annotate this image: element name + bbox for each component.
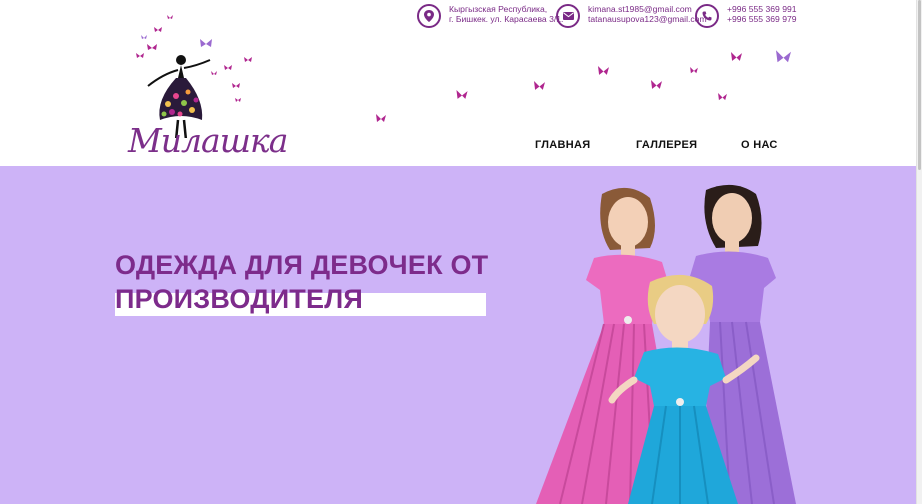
butterfly-icon (690, 67, 698, 74)
contact-address: Кыргызская Республика, г. Бишкек. ул. Ка… (417, 4, 563, 28)
butterfly-icon (456, 90, 468, 99)
site-header: Милашка Кыргызская Республика, г. Бишкек… (0, 0, 916, 166)
envelope-icon (556, 4, 580, 28)
page: Милашка Кыргызская Республика, г. Бишкек… (0, 0, 916, 504)
hero-title-line-1: ОДЕЖДА ДЛЯ ДЕВОЧЕК ОТ (115, 250, 489, 280)
contact-email: kimana.st1985@gmail.com tatanausupova123… (556, 4, 707, 28)
hero-girls-image (536, 184, 796, 504)
nav-about[interactable]: О НАС (741, 139, 778, 151)
address-line-2: г. Бишкек. ул. Карасаева 3/1. (449, 14, 564, 25)
logo-illustration (136, 15, 252, 141)
hero-section: ОДЕЖДА ДЛЯ ДЕВОЧЕК ОТ ПРОИЗВОДИТЕЛЯ (0, 166, 916, 504)
logo[interactable]: Милашка (118, 8, 288, 164)
butterfly-icon (534, 81, 545, 90)
map-pin-icon (417, 4, 441, 28)
logo-text: Милашка (128, 121, 288, 160)
page-scrollbar[interactable] (916, 0, 922, 504)
hero-title-line-2: ПРОИЗВОДИТЕЛЯ (115, 284, 363, 314)
address-line-1: Кыргызская Республика, (449, 4, 548, 14)
butterfly-icon (651, 80, 662, 89)
butterfly-icon (376, 114, 386, 122)
contact-phone: +996 555 369 991 +996 555 369 979 (695, 4, 797, 28)
phone-link-1[interactable]: +996 555 369 991 (727, 4, 797, 14)
butterfly-icon (731, 52, 742, 61)
email-link-2[interactable]: tatanausupova123@gmail.com (588, 14, 707, 24)
nav-home[interactable]: ГЛАВНАЯ (535, 139, 590, 151)
scrollbar-thumb[interactable] (918, 0, 921, 170)
phone-link-2[interactable]: +996 555 369 979 (727, 14, 797, 24)
phone-icon (695, 4, 719, 28)
butterfly-icon (776, 50, 791, 63)
nav-gallery[interactable]: ГАЛЛЕРЕЯ (636, 139, 697, 151)
butterfly-icon (718, 93, 727, 101)
butterfly-icon (598, 66, 609, 75)
email-link-1[interactable]: kimana.st1985@gmail.com (588, 4, 707, 14)
hero-title: ОДЕЖДА ДЛЯ ДЕВОЧЕК ОТ ПРОИЗВОДИТЕЛЯ (115, 248, 488, 316)
